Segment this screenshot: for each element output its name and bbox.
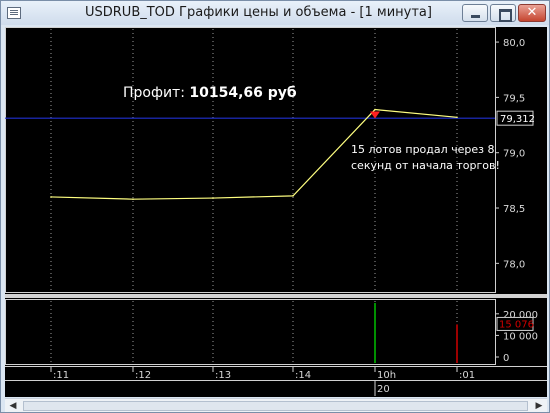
window-title: USDRUB_TOD Графики цены и объема - [1 ми… [85, 5, 432, 20]
price-point [50, 196, 52, 198]
time-tick-label: 10h [377, 370, 396, 381]
chart-area[interactable]: 80,0 79,5 79,0 78,5 78,0 79,312 Профит: 10154… [5, 27, 547, 397]
price-tick-label: 78,0 [503, 259, 525, 270]
current-price-label: 79,312 [500, 114, 535, 125]
price-pane[interactable]: 80,0 79,5 79,0 78,5 78,0 79,312 Профит: 10154… [5, 27, 547, 293]
profit-annotation: Профит: 10154,66 руб [123, 85, 297, 101]
volume-pane[interactable]: 20 000 10 000 0 15 076 [5, 299, 547, 365]
price-point [292, 195, 294, 197]
volume-tick-label: 0 [503, 353, 509, 364]
price-tick-label: 78,5 [503, 204, 525, 215]
close-icon: ✕ [526, 5, 538, 20]
trade-note: 15 лотов продал через 8 секунд от начала… [351, 143, 500, 172]
time-tick-label: :11 [53, 370, 69, 381]
price-tick-label: 79,5 [503, 93, 525, 104]
profit-value: 10154,66 руб [189, 85, 297, 101]
price-tick-label: 79,0 [503, 149, 525, 160]
time-axis: :11 :12 :13 :14 10h :01 20 [5, 366, 547, 397]
scroll-left-icon[interactable]: ◀ [6, 400, 20, 412]
time-tick-label: :14 [295, 370, 311, 381]
price-point [212, 197, 214, 199]
volume-chart: 20 00010 000015 076 [5, 299, 538, 365]
volume-tick-label: 10 000 [503, 331, 538, 342]
horizontal-scrollbar[interactable]: ◀ ▶ [5, 398, 547, 412]
price-tick-label: 80,0 [503, 38, 525, 49]
time-axis-chart: :11 :12 :13 :14 10h :01 20 [5, 366, 547, 396]
maximize-icon[interactable] [490, 4, 516, 22]
time-tick-label: :12 [135, 370, 151, 381]
chart-window: USDRUB_TOD Графики цены и объема - [1 ми… [0, 0, 550, 413]
price-point [132, 198, 134, 200]
pane-splitter[interactable] [5, 294, 547, 298]
title-bar[interactable]: USDRUB_TOD Графики цены и объема - [1 ми… [1, 1, 549, 25]
scroll-right-icon[interactable]: ▶ [532, 400, 546, 412]
time-tick-label: :13 [215, 370, 231, 381]
time-tick-label: :01 [459, 370, 475, 381]
minimize-icon[interactable] [462, 4, 488, 22]
price-point [374, 108, 376, 111]
profit-label: Профит: [123, 85, 185, 101]
current-volume-label: 15 076 [499, 319, 534, 330]
volume-plot-border [5, 299, 496, 365]
close-button[interactable]: ✕ [518, 4, 546, 22]
scroll-thumb[interactable] [23, 401, 528, 411]
app-chart-icon[interactable] [7, 7, 21, 19]
price-point [456, 116, 458, 119]
sell-marker-icon [370, 111, 380, 119]
date-label: 20 [377, 384, 390, 395]
